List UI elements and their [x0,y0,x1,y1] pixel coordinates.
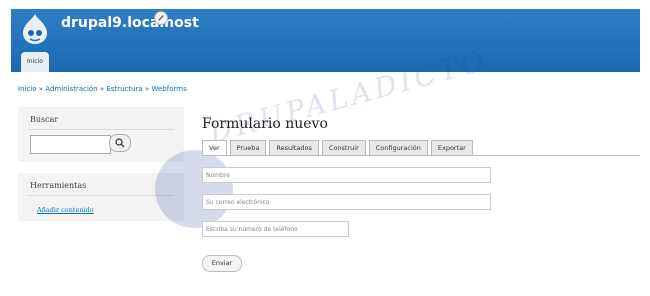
name-field[interactable]: Nombre [202,167,491,183]
drupal-logo-icon[interactable] [21,13,49,45]
tools-block-title: Herramientas [30,181,87,190]
submit-button[interactable]: Enviar [202,255,242,272]
search-button[interactable] [109,134,131,152]
search-block-title: Buscar [30,115,59,124]
divider [28,195,174,196]
name-placeholder: Nombre [206,172,230,179]
divider [202,155,640,156]
tab-resultados[interactable]: Resultados [269,140,319,155]
tab-prueba[interactable]: Prueba [229,140,267,155]
phone-field[interactable]: Escriba su número de teléfono [202,221,349,237]
breadcrumb-link-inicio[interactable]: Inicio [18,85,37,93]
breadcrumb-separator: » [99,85,105,93]
search-input[interactable] [30,135,111,154]
divider [28,129,174,130]
email-placeholder: Su correo electrónico [206,199,270,206]
tab-bar: Ver Prueba Resultados Construir Configur… [202,140,476,155]
watermark-circle [155,150,233,228]
breadcrumb-separator: » [38,85,44,93]
phone-placeholder: Escriba su número de teléfono [206,226,298,233]
breadcrumb-link-estructura[interactable]: Estructura [106,85,142,93]
tab-ver[interactable]: Ver [202,140,227,155]
search-block: Buscar [18,107,184,162]
site-header: drupal9.localhost Inicio [11,9,640,72]
tab-inicio[interactable]: Inicio [21,52,49,72]
tab-configuracion[interactable]: Configuración [368,140,428,155]
site-name[interactable]: drupal9.localhost [61,15,199,31]
breadcrumb-link-administracion[interactable]: Administración [45,85,97,93]
email-field[interactable]: Su correo electrónico [202,194,491,210]
search-icon [115,138,125,148]
breadcrumb: Inicio » Administración » Estructura » W… [18,85,187,93]
tab-construir[interactable]: Construir [321,140,366,155]
page-title: Formulario nuevo [202,116,328,132]
add-content-link[interactable]: Añadir contenido [37,206,94,214]
edit-pencil-icon[interactable] [154,11,168,25]
tab-exportar[interactable]: Exportar [430,140,473,155]
breadcrumb-link-webforms[interactable]: Webforms [151,85,186,93]
breadcrumb-separator: » [144,85,150,93]
